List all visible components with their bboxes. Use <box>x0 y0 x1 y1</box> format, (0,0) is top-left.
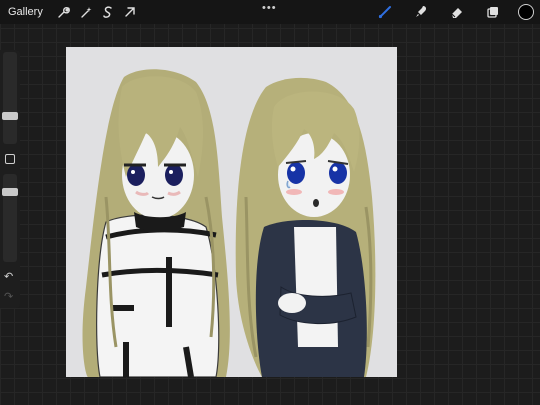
top-toolbar: Gallery ••• <box>0 0 540 24</box>
opacity-slider[interactable] <box>2 174 18 262</box>
gallery-button[interactable]: Gallery <box>8 6 43 18</box>
artwork-illustration <box>82 69 376 377</box>
wrench-icon[interactable] <box>53 1 75 23</box>
layers-icon[interactable] <box>482 1 504 23</box>
brush-size-slider[interactable] <box>2 52 18 144</box>
color-picker-swatch[interactable] <box>518 4 534 20</box>
smudge-icon[interactable] <box>410 1 432 23</box>
drawing-canvas[interactable] <box>66 47 397 377</box>
modify-button[interactable] <box>5 154 15 164</box>
more-options-button[interactable]: ••• <box>262 2 277 14</box>
transform-arrow-icon[interactable] <box>119 1 141 23</box>
undo-button[interactable]: ↶ <box>4 270 13 283</box>
eraser-icon[interactable] <box>446 1 468 23</box>
redo-button[interactable]: ↷ <box>4 290 13 303</box>
right-tool-group <box>374 0 534 24</box>
magic-wand-icon[interactable] <box>75 1 97 23</box>
brush-icon[interactable] <box>374 1 396 23</box>
opacity-thumb[interactable] <box>2 188 18 196</box>
brush-size-thumb[interactable] <box>2 112 18 120</box>
selection-s-icon[interactable] <box>97 1 119 23</box>
